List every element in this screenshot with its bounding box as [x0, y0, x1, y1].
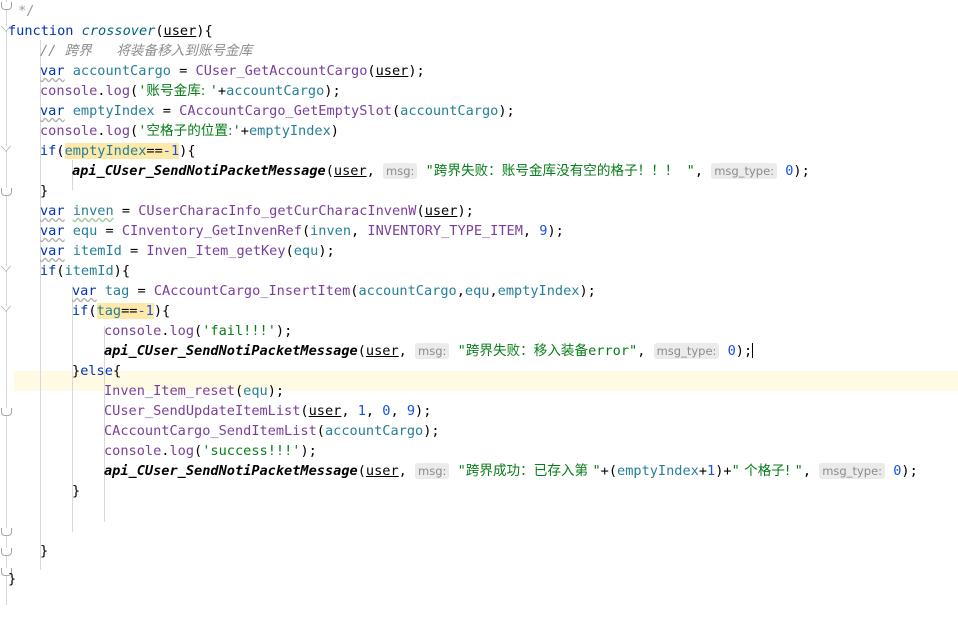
code-line[interactable]: console.log('fail!!!'); — [0, 320, 958, 340]
code-line[interactable]: console.log('success!!!'); — [0, 440, 958, 460]
code-line[interactable]: } — [0, 480, 958, 500]
code-line[interactable]: var equ = CInventory_GetInvenRef(inven, … — [0, 220, 958, 240]
code-line[interactable]: CUser_SendUpdateItemList(user, 1, 0, 9); — [0, 400, 958, 420]
code-line[interactable]: console.log('账号金库: '+accountCargo); — [0, 80, 958, 100]
code-line[interactable]: if(itemId){ — [0, 260, 958, 280]
code-line[interactable]: var tag = CAccountCargo_InsertItem(accou… — [0, 280, 958, 300]
code-line[interactable]: api_CUser_SendNotiPacketMessage(user, ms… — [0, 460, 958, 480]
code-line[interactable]: }else{ — [0, 360, 958, 380]
code-line[interactable]: */ — [0, 0, 958, 20]
code-line[interactable]: Inven_Item_reset(equ); — [0, 380, 958, 400]
param-hint-msg: msg: — [383, 163, 418, 179]
text-caret — [752, 343, 754, 358]
code-editor[interactable]: */ function crossover(user){ // 跨界 将装备移入… — [0, 0, 958, 605]
code-line[interactable]: if(tag==-1){ — [0, 300, 958, 320]
param-hint-msgtype: msg_type: — [653, 343, 720, 359]
code-line[interactable]: var emptyIndex = CAccountCargo_GetEmptyS… — [0, 100, 958, 120]
code-line[interactable]: } — [0, 540, 958, 560]
code-line[interactable]: var accountCargo = CUser_GetAccountCargo… — [0, 60, 958, 80]
param-hint-msgtype: msg_type: — [819, 463, 886, 479]
param-hint-msg: msg: — [415, 343, 450, 359]
code-line[interactable]: } — [0, 568, 958, 588]
code-content[interactable]: */ function crossover(user){ // 跨界 将装备移入… — [0, 0, 958, 605]
param-hint-msg: msg: — [415, 463, 450, 479]
code-line[interactable]: api_CUser_SendNotiPacketMessage(user, ms… — [0, 160, 958, 180]
code-line[interactable]: } — [0, 180, 958, 200]
code-line[interactable]: var inven = CUserCharacInfo_getCurCharac… — [0, 200, 958, 220]
code-line[interactable]: if(emptyIndex==-1){ — [0, 140, 958, 160]
code-line-active[interactable]: api_CUser_SendNotiPacketMessage(user, ms… — [0, 340, 958, 360]
code-line[interactable]: CAccountCargo_SendItemList(accountCargo)… — [0, 420, 958, 440]
code-line[interactable]: // 跨界 将装备移入到账号金库 — [0, 40, 958, 60]
code-line[interactable]: function crossover(user){ — [0, 20, 958, 40]
code-line[interactable]: var itemId = Inven_Item_getKey(equ); — [0, 240, 958, 260]
param-hint-msgtype: msg_type: — [711, 163, 778, 179]
code-line[interactable]: console.log('空格子的位置:'+emptyIndex) — [0, 120, 958, 140]
